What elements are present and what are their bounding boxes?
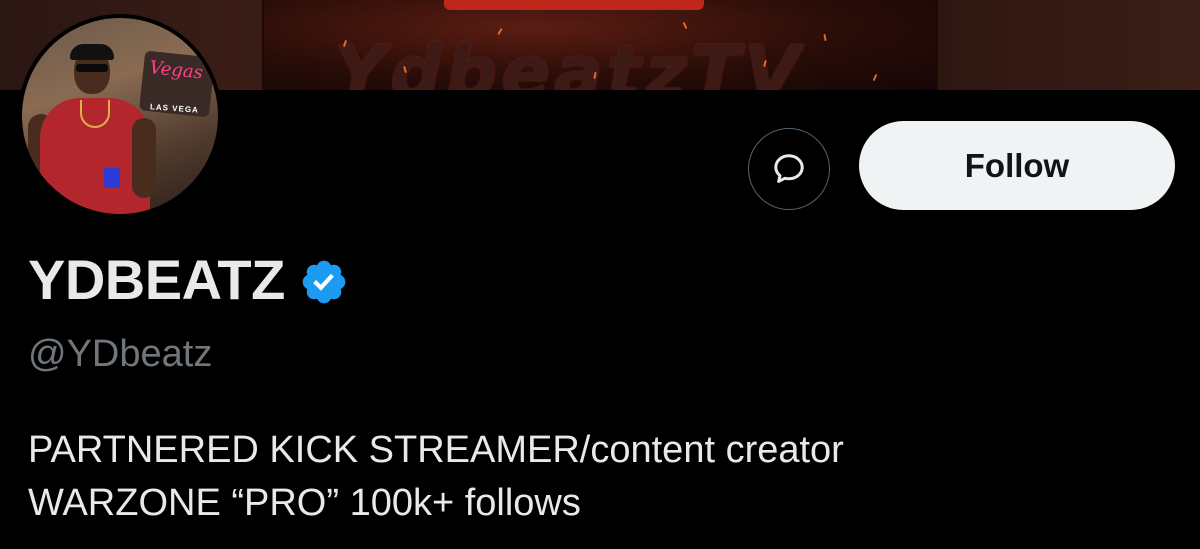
banner-logo-text: YdbeatzTV	[334, 30, 804, 90]
spark	[682, 21, 688, 30]
spark	[872, 73, 878, 82]
bio-line: PARTNERED KICK STREAMER/content creator	[28, 429, 844, 471]
banner-stripe	[444, 0, 704, 10]
avatar-photo: Vegas LAS VEGA	[22, 18, 218, 214]
person-arm	[132, 118, 156, 198]
cup	[104, 168, 120, 188]
message-button[interactable]	[748, 128, 830, 210]
message-bubble-icon	[774, 154, 804, 183]
verified-badge-icon[interactable]	[299, 257, 349, 307]
follow-button[interactable]: Follow	[859, 121, 1175, 210]
person-sunglasses	[76, 64, 108, 72]
person-cap	[70, 44, 114, 60]
profile-bio: PARTNERED KICK STREAMER/content creator …	[28, 424, 1168, 530]
name-row: YDBEATZ	[28, 248, 349, 312]
profile-avatar[interactable]: Vegas LAS VEGA	[18, 14, 222, 218]
profile-handle: @YDbeatz	[28, 333, 213, 375]
spark	[823, 33, 827, 42]
banner-artwork: YdbeatzTV	[262, 0, 938, 90]
display-name: YDBEATZ	[28, 248, 285, 311]
bio-line: WARZONE “PRO” 100k+ follows	[28, 482, 581, 524]
neon-sign-text: Vegas	[148, 57, 204, 84]
